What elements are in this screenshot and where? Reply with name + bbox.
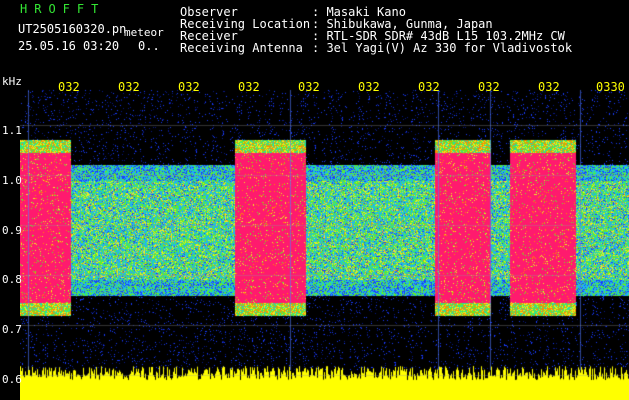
brand-title: HROFFT — [20, 2, 106, 16]
x-tick-label: 0330 — [596, 80, 625, 94]
x-tick-label: 032 — [178, 80, 200, 94]
y-tick-label: 0.7 — [2, 323, 22, 336]
x-tick-label: 032 — [58, 80, 80, 94]
y-axis-unit: kHz — [2, 75, 22, 88]
x-tick-label: 032 — [538, 80, 560, 94]
x-tick-label: 032 — [418, 80, 440, 94]
date-time: 25.05.16 03:20 — [18, 39, 120, 53]
y-tick-label: 1.1 — [2, 124, 22, 137]
y-tick-label: 1.0 — [2, 174, 22, 187]
x-tick-label: 032 — [298, 80, 320, 94]
y-tick-label: 0.9 — [2, 224, 22, 237]
station-label: meteor — [124, 26, 164, 39]
x-tick-label: 032 — [478, 80, 500, 94]
x-tick-label: 032 — [358, 80, 380, 94]
x-tick-label: 032 — [118, 80, 140, 94]
antenna-key: Receiving Antenna — [180, 41, 303, 55]
hrofft-display: HROFFT UT2505160320.pn meteor 25.05.16 0… — [0, 0, 629, 400]
x-tick-label: 032 — [238, 80, 260, 94]
file-name: UT2505160320.pn — [18, 22, 127, 36]
antenna-value: : 3el Yagi(V) Az 330 for Vladivostok — [312, 41, 573, 55]
status-dots: 0.. — [138, 39, 160, 53]
spectrogram — [20, 70, 629, 400]
y-tick-label: 0.6 — [2, 373, 22, 386]
y-tick-label: 0.8 — [2, 273, 22, 286]
